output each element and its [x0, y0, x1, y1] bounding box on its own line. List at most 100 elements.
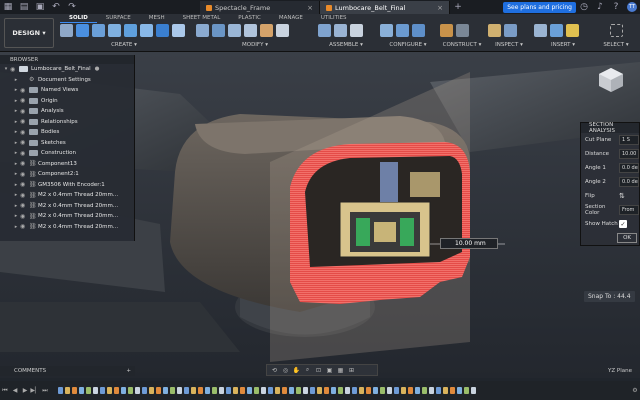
tab-plastic[interactable]: PLASTIC — [229, 14, 270, 23]
show-hatch-checkbox[interactable]: ✓ — [619, 220, 627, 228]
pan-icon[interactable]: ✋ — [292, 367, 301, 374]
timeline-feature[interactable] — [268, 387, 273, 394]
sketch-icon[interactable] — [76, 24, 89, 37]
modify-menu[interactable]: MODIFY ▾ — [196, 42, 314, 48]
browser-root[interactable]: ▾ ◉ Lumbocare_Belt_Final ● — [0, 64, 134, 75]
chevron-right-icon[interactable]: ▸ — [12, 171, 20, 177]
timeline-feature[interactable] — [219, 387, 224, 394]
new-component-icon[interactable] — [318, 24, 331, 37]
timeline-feature[interactable] — [303, 387, 308, 394]
grid-icon[interactable]: ▦ — [336, 367, 345, 374]
timeline-feature[interactable] — [240, 387, 245, 394]
browser-item[interactable]: ▸ ◉ ⛓ M2 x 0.4mm Thread 20mm... — [0, 211, 134, 222]
sweep-icon[interactable] — [124, 24, 137, 37]
insert-derive-icon[interactable] — [534, 24, 547, 37]
timeline-feature[interactable] — [289, 387, 294, 394]
eye-icon[interactable]: ◉ — [20, 213, 29, 220]
axis-icon[interactable] — [456, 24, 469, 37]
hole-icon[interactable] — [156, 24, 169, 37]
timeline-feature[interactable] — [128, 387, 133, 394]
new-tab-icon[interactable]: + — [452, 1, 464, 13]
timeline-feature[interactable] — [261, 387, 266, 394]
chevron-right-icon[interactable]: ▸ — [12, 161, 20, 167]
timeline-feature[interactable] — [205, 387, 210, 394]
bell-icon[interactable]: ♪ — [594, 1, 606, 13]
browser-item[interactable]: ▸ ◉ Construction — [0, 148, 134, 159]
timeline-feature[interactable] — [86, 387, 91, 394]
previous-step-icon[interactable]: ◀ — [10, 387, 20, 394]
timeline-feature[interactable] — [457, 387, 462, 394]
eye-icon[interactable]: ◉ — [20, 150, 29, 157]
timeline-feature[interactable] — [310, 387, 315, 394]
close-icon[interactable]: × — [437, 4, 443, 12]
browser-item[interactable]: ▸ ◉ Origin — [0, 96, 134, 107]
timeline-feature[interactable] — [170, 387, 175, 394]
tab-sheet-metal[interactable]: SHEET METAL — [174, 14, 230, 23]
timeline-feature[interactable] — [429, 387, 434, 394]
insert-menu[interactable]: INSERT ▾ — [534, 42, 592, 48]
timeline-feature[interactable] — [254, 387, 259, 394]
distance-input[interactable]: 10.00 mm — [440, 238, 498, 249]
save-icon[interactable]: ▣ — [34, 1, 46, 13]
timeline-feature[interactable] — [135, 387, 140, 394]
chevron-right-icon[interactable]: ▸ — [12, 87, 20, 93]
chevron-right-icon[interactable]: ▸ — [12, 213, 20, 219]
fillet-icon[interactable] — [212, 24, 225, 37]
loft-icon[interactable] — [140, 24, 153, 37]
chamfer-icon[interactable] — [228, 24, 241, 37]
undo-icon[interactable]: ↶ — [50, 1, 62, 13]
settings-icon[interactable]: ⚙ — [630, 387, 640, 394]
angle1-field[interactable]: 0.0 de — [619, 163, 639, 173]
table-icon[interactable] — [380, 24, 393, 37]
browser-item[interactable]: ▸ ⚙ Document Settings — [0, 75, 134, 86]
timeline-feature[interactable] — [247, 387, 252, 394]
browser-item[interactable]: ▸ ◉ Named Views — [0, 85, 134, 96]
timeline-feature[interactable] — [408, 387, 413, 394]
eye-icon[interactable]: ◉ — [20, 139, 29, 146]
chevron-right-icon[interactable]: ▸ — [12, 182, 20, 188]
chevron-down-icon[interactable]: ▾ — [2, 66, 10, 72]
chevron-right-icon[interactable]: ▸ — [12, 192, 20, 198]
timeline-feature[interactable] — [338, 387, 343, 394]
zoom-icon[interactable]: ⌕ — [303, 366, 312, 374]
revolve-icon[interactable] — [108, 24, 121, 37]
app-grid-icon[interactable]: ▦ — [2, 1, 14, 13]
timeline-feature[interactable] — [373, 387, 378, 394]
timeline-feature[interactable] — [100, 387, 105, 394]
move-icon[interactable] — [276, 24, 289, 37]
avatar[interactable]: TT — [627, 2, 637, 12]
timeline-feature[interactable] — [422, 387, 427, 394]
distance-field[interactable]: 10.00 — [619, 149, 639, 159]
timeline-feature[interactable] — [282, 387, 287, 394]
section-color-dropdown[interactable]: From — [619, 205, 639, 215]
timeline-feature[interactable] — [163, 387, 168, 394]
create-menu[interactable]: CREATE ▾ — [60, 42, 188, 48]
tab-utilities[interactable]: UTILITIES — [312, 14, 356, 23]
chevron-right-icon[interactable]: ▸ — [12, 77, 20, 83]
as-built-joint-icon[interactable] — [350, 24, 363, 37]
angle2-field[interactable]: 0.0 de — [619, 177, 639, 187]
chevron-right-icon[interactable]: ▸ — [12, 140, 20, 146]
shell-icon[interactable] — [244, 24, 257, 37]
insert-mesh-icon[interactable] — [566, 24, 579, 37]
eye-icon[interactable]: ◉ — [20, 192, 29, 199]
timeline-feature[interactable] — [212, 387, 217, 394]
tab-mesh[interactable]: MESH — [140, 14, 174, 23]
timeline-feature[interactable] — [331, 387, 336, 394]
timeline-feature[interactable] — [464, 387, 469, 394]
browser-header[interactable]: BROWSER — [0, 55, 134, 64]
offset-plane-icon[interactable] — [440, 24, 453, 37]
record-icon[interactable]: ● — [95, 66, 100, 72]
chevron-right-icon[interactable]: ▸ — [12, 150, 20, 156]
viewcube-icon[interactable] — [596, 64, 626, 94]
browser-item[interactable]: ▸ ◉ ⛓ M2 x 0.4mm Thread 20mm... — [0, 201, 134, 212]
chevron-right-icon[interactable]: ▸ — [12, 119, 20, 125]
timeline-feature[interactable] — [387, 387, 392, 394]
browser-item[interactable]: ▸ ◉ Bodies — [0, 127, 134, 138]
timeline-feature[interactable] — [471, 387, 476, 394]
ok-button[interactable]: OK — [617, 233, 637, 243]
timeline-feature[interactable] — [198, 387, 203, 394]
eye-icon[interactable]: ◉ — [20, 202, 29, 209]
browser-item[interactable]: ▸ ◉ ⛓ M2 x 0.4mm Thread 20mm... — [0, 190, 134, 201]
timeline-feature[interactable] — [149, 387, 154, 394]
